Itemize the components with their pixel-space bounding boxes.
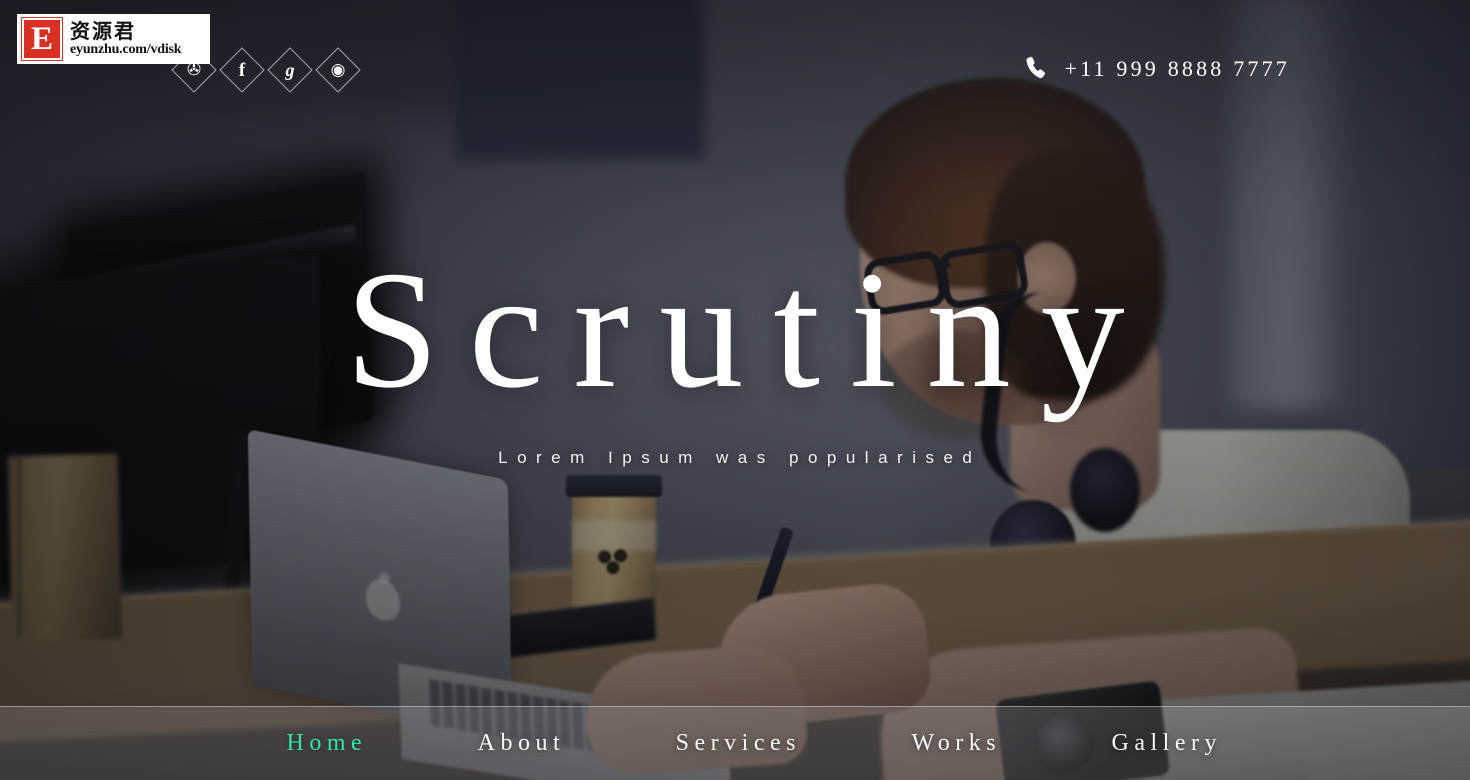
watermark-cn-label: 资源君 (70, 19, 136, 43)
dribbble-icon: ◉ (330, 59, 346, 80)
nav-item-about[interactable]: About (472, 730, 565, 757)
nav-list: Home About Services Works Gallery (281, 730, 1222, 757)
page-root: Scrutiny Lorem Ipsum was popularised E 资… (0, 0, 1470, 780)
phone-number: +11 999 8888 7777 (1064, 56, 1290, 81)
social-links: ✇ f g ◉ (171, 47, 361, 93)
watermark-logo-icon: E (21, 17, 63, 61)
twitter-icon: ✇ (186, 59, 202, 80)
social-facebook-link[interactable]: f (219, 47, 265, 93)
nav-item-gallery[interactable]: Gallery (1106, 730, 1222, 757)
social-twitter-link[interactable]: ✇ (171, 47, 217, 93)
site-header: E 资源君 eyunzhu.com/vdisk ✇ f g ◉ +11 999 … (0, 0, 1470, 110)
watermark-url-label: eyunzhu.com/vdisk (70, 42, 182, 57)
nav-item-services[interactable]: Services (670, 730, 801, 757)
facebook-icon: f (238, 59, 246, 81)
header-phone[interactable]: +11 999 8888 7777 (1023, 55, 1291, 83)
watermark-text: 资源君 eyunzhu.com/vdisk (70, 19, 182, 57)
hero-subtitle: Lorem Ipsum was popularised (498, 447, 982, 467)
page-title: Scrutiny (345, 236, 1155, 423)
nav-item-works[interactable]: Works (906, 730, 1001, 757)
social-dribbble-link[interactable]: ◉ (315, 47, 361, 93)
phone-icon (1021, 53, 1049, 84)
google-plus-icon: g (285, 60, 295, 80)
social-google-plus-link[interactable]: g (267, 47, 313, 93)
nav-item-home[interactable]: Home (281, 730, 367, 757)
main-navigation: Home About Services Works Gallery (0, 706, 1470, 780)
